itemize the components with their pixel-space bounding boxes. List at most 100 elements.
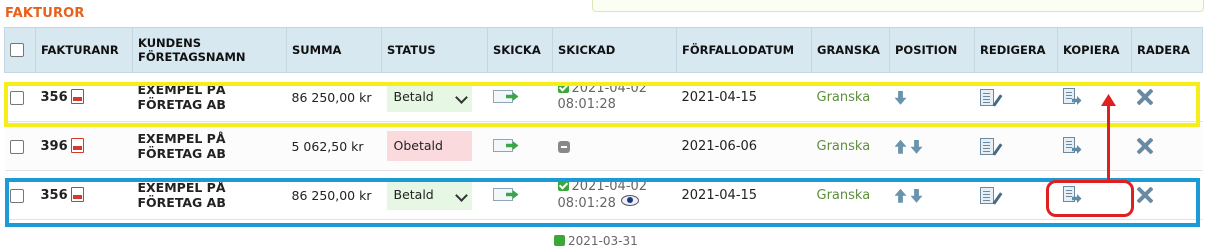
edit-cell bbox=[974, 72, 1058, 122]
due-date-cell: 2021-04-15 bbox=[676, 72, 812, 122]
sent-time: 08:01:28 bbox=[557, 195, 616, 211]
table-row: 396 EXEMPEL PÅ FÖRETAG AB 5 062,50 kr Ob… bbox=[4, 121, 1203, 171]
delete-cell bbox=[1131, 170, 1203, 220]
review-link[interactable]: Granska bbox=[817, 188, 871, 203]
header-copy: KOPIERA bbox=[1057, 27, 1132, 73]
check-icon bbox=[554, 235, 565, 246]
customer-name-line2: FÖRETAG AB bbox=[137, 97, 226, 112]
header-delete: RADERA bbox=[1131, 27, 1203, 73]
pdf-icon[interactable] bbox=[70, 138, 84, 153]
status-select[interactable]: Betald bbox=[386, 180, 472, 210]
due-date-cell: 2021-04-15 bbox=[676, 170, 812, 220]
amount-cell: 5 062,50 kr bbox=[286, 121, 382, 171]
status-value: Obetald bbox=[393, 138, 443, 153]
header-edit: REDIGERA bbox=[974, 27, 1058, 73]
copy-icon[interactable] bbox=[1062, 137, 1083, 155]
edit-cell bbox=[974, 170, 1058, 220]
invoice-number: 396 bbox=[40, 139, 68, 154]
edit-icon[interactable] bbox=[979, 186, 994, 204]
amount-cell: 86 250,00 kr bbox=[286, 170, 382, 220]
sent-cell: 2021-04-02 08:01:28 bbox=[552, 170, 677, 220]
edit-icon[interactable] bbox=[979, 137, 994, 155]
check-icon bbox=[557, 179, 569, 191]
pending-icon bbox=[557, 141, 570, 153]
review-link[interactable]: Granska bbox=[817, 139, 871, 154]
send-envelope-icon[interactable] bbox=[492, 186, 521, 204]
amount-cell: 86 250,00 kr bbox=[286, 72, 382, 122]
customer-name-line1: EXEMPEL PÅ bbox=[137, 131, 226, 146]
due-date: 2021-04-15 bbox=[681, 90, 758, 105]
header-select-all bbox=[4, 27, 36, 73]
arrow-down-icon[interactable] bbox=[910, 188, 923, 203]
sent-cell: 2021-04-02 08:01:28 bbox=[552, 72, 677, 122]
delete-icon[interactable] bbox=[1137, 187, 1153, 203]
row-checkbox[interactable] bbox=[9, 188, 24, 203]
row-select bbox=[4, 170, 36, 220]
sent-time: 08:01:28 bbox=[557, 97, 616, 112]
row-checkbox[interactable] bbox=[9, 139, 24, 154]
eye-icon[interactable] bbox=[620, 194, 639, 206]
status-select[interactable]: Obetald bbox=[386, 131, 472, 161]
header-amount[interactable]: SUMMA bbox=[286, 27, 382, 73]
customer-name-line1: EXEMPEL PÅ bbox=[137, 82, 226, 97]
arrow-up-icon[interactable] bbox=[894, 139, 907, 154]
review-cell: Granska bbox=[811, 72, 890, 122]
pdf-icon[interactable] bbox=[70, 89, 84, 104]
customer-name-line1: EXEMPEL PÅ bbox=[137, 180, 226, 195]
customer-name-line2: FÖRETAG AB bbox=[137, 195, 226, 210]
arrow-down-icon[interactable] bbox=[894, 90, 907, 105]
invoice-no-cell: 356 bbox=[35, 170, 133, 220]
due-date-cell: 2021-06-06 bbox=[676, 121, 812, 171]
header-review: GRANSKA bbox=[811, 27, 890, 73]
send-cell bbox=[487, 170, 553, 220]
row-checkbox[interactable] bbox=[9, 90, 24, 105]
top-panel bbox=[592, 0, 1204, 12]
copy-cell bbox=[1057, 72, 1132, 122]
status-cell: Betald bbox=[381, 170, 488, 220]
row-select bbox=[4, 72, 36, 122]
row-select bbox=[4, 121, 36, 171]
header-status[interactable]: STATUS bbox=[381, 27, 488, 73]
review-link[interactable]: Granska bbox=[817, 90, 871, 105]
sent-date: 2021-04-02 bbox=[571, 81, 648, 96]
arrow-up-icon[interactable] bbox=[894, 188, 907, 203]
header-due-date[interactable]: FÖRFALLODATUM bbox=[676, 27, 812, 73]
header-invoice-no[interactable]: FAKTURANR bbox=[35, 27, 133, 73]
delete-cell bbox=[1131, 121, 1203, 171]
arrow-down-icon[interactable] bbox=[910, 139, 923, 154]
invoice-no-cell: 396 bbox=[35, 121, 133, 171]
send-cell bbox=[487, 121, 553, 171]
pdf-icon[interactable] bbox=[70, 187, 84, 202]
edit-cell bbox=[974, 121, 1058, 171]
position-cell bbox=[889, 72, 975, 122]
header-customer[interactable]: KUNDENS FÖRETAGSNAMN bbox=[132, 27, 287, 73]
status-value: Betald bbox=[393, 89, 434, 104]
send-envelope-icon[interactable] bbox=[492, 137, 521, 155]
delete-icon[interactable] bbox=[1137, 138, 1153, 154]
copy-icon[interactable] bbox=[1062, 186, 1083, 204]
select-all-checkbox[interactable] bbox=[10, 43, 24, 58]
due-date: 2021-04-15 bbox=[681, 188, 758, 203]
copy-icon[interactable] bbox=[1062, 88, 1083, 106]
invoice-number: 356 bbox=[40, 188, 68, 203]
header-position: POSITION bbox=[889, 27, 975, 73]
table-header: FAKTURANR KUNDENS FÖRETAGSNAMN SUMMA STA… bbox=[4, 27, 1203, 73]
table-row: 356 EXEMPEL PÅ FÖRETAG AB 86 250,00 kr B… bbox=[4, 170, 1203, 220]
invoice-number: 356 bbox=[40, 90, 68, 105]
edit-icon[interactable] bbox=[979, 88, 994, 106]
invoice-table: FAKTURANR KUNDENS FÖRETAGSNAMN SUMMA STA… bbox=[4, 27, 1203, 220]
send-envelope-icon[interactable] bbox=[492, 88, 521, 106]
invoice-no-cell: 356 bbox=[35, 72, 133, 122]
send-cell bbox=[487, 72, 553, 122]
customer-cell: EXEMPEL PÅ FÖRETAG AB bbox=[132, 121, 287, 171]
partial-sent-date: 2021-03-31 bbox=[568, 234, 638, 248]
delete-icon[interactable] bbox=[1137, 89, 1153, 105]
header-send: SKICKA bbox=[487, 27, 553, 73]
section-title: FAKTUROR bbox=[5, 6, 85, 21]
delete-cell bbox=[1131, 72, 1203, 122]
copy-cell bbox=[1057, 121, 1132, 171]
status-select[interactable]: Betald bbox=[386, 82, 472, 112]
check-icon bbox=[557, 82, 569, 93]
invoice-amount: 86 250,00 kr bbox=[291, 89, 372, 105]
header-sent[interactable]: SKICKAD bbox=[552, 27, 677, 73]
